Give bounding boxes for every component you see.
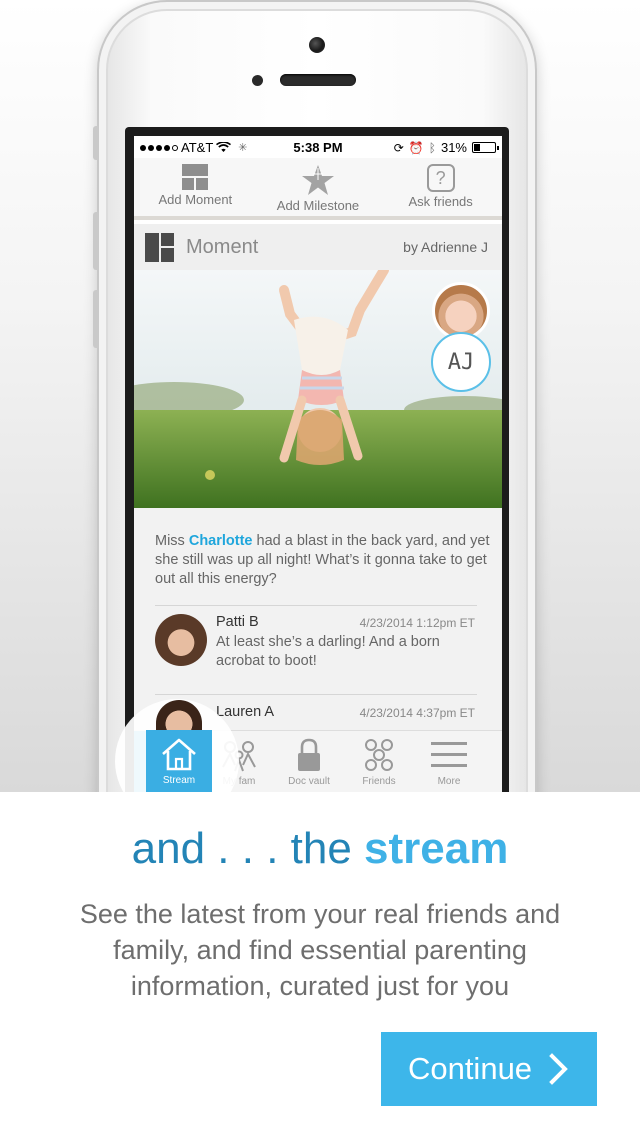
tab-friends-label: Friends [362, 776, 396, 787]
star-icon [301, 165, 334, 195]
bluetooth-icon: ᛒ [428, 140, 436, 155]
front-camera [309, 37, 325, 53]
moment-author[interactable]: by Adrienne J [403, 239, 488, 255]
ask-friends-button[interactable]: ? Ask friends [381, 158, 501, 216]
menu-icon [431, 742, 467, 767]
action-bar: Add Moment Add Milestone ? Ask friends [134, 158, 502, 220]
chevron-right-icon [549, 1053, 568, 1085]
onboarding-panel: and . . . the stream See the latest from… [0, 792, 640, 1136]
proximity-sensor [252, 75, 263, 86]
tagged-child-link[interactable]: Charlotte [189, 533, 253, 549]
volume-up-button [93, 212, 99, 270]
continue-label: Continue [407, 1051, 533, 1086]
battery-icon [472, 142, 499, 153]
onboarding-headline: and . . . the stream [0, 824, 640, 874]
tab-friends[interactable]: Friends [344, 731, 414, 792]
continue-button[interactable]: Continue [381, 1032, 597, 1106]
divider [155, 694, 477, 695]
moment-header: Moment by Adrienne J [134, 224, 502, 270]
commenter-name[interactable]: Lauren A [216, 704, 274, 720]
home-icon [162, 738, 196, 771]
moment-grid-icon [182, 164, 209, 190]
status-right: ⟳ ⏰ ᛒ 31% [393, 140, 499, 155]
volume-down-button [93, 290, 99, 348]
comment-date: 4/23/2014 4:37pm ET [359, 706, 475, 720]
commenter-avatar[interactable] [155, 614, 207, 666]
ask-friends-label: Ask friends [408, 194, 473, 209]
onboarding-description: See the latest from your real friends an… [79, 899, 561, 1001]
author-initials-avatar[interactable]: AJ [431, 332, 491, 392]
headline-emphasis: stream [364, 824, 509, 873]
friends-icon [365, 739, 393, 771]
phone-screen: AT&T ✳ 5:38 PM ⟳ ⏰ ᛒ 31% Add Moment Add … [134, 136, 502, 792]
question-icon: ? [426, 164, 455, 192]
tab-doc-vault[interactable]: Doc vault [274, 731, 344, 792]
battery-percent: 31% [440, 140, 467, 155]
tab-more[interactable]: More [414, 731, 484, 792]
moment-type-label: Moment [186, 235, 259, 258]
headline-text: and . . . the [131, 824, 365, 873]
earpiece-speaker [280, 74, 356, 86]
commenter-name[interactable]: Patti B [216, 614, 259, 630]
tab-stream-highlight-label: Stream [162, 775, 196, 786]
lock-icon [298, 738, 320, 771]
add-moment-button[interactable]: Add Moment [135, 158, 255, 216]
add-milestone-label: Add Milestone [276, 198, 360, 213]
add-milestone-button[interactable]: Add Milestone [258, 158, 378, 216]
alarm-icon: ⏰ [408, 140, 424, 155]
post-caption: Miss Charlotte had a blast in the back y… [155, 532, 495, 589]
mute-switch [93, 126, 99, 160]
tab-more-label: More [437, 776, 461, 787]
add-moment-label: Add Moment [158, 192, 233, 207]
comment-text: At least she’s a darling! And a born acr… [216, 634, 440, 669]
divider [155, 605, 477, 606]
tab-doc-vault-label: Doc vault [288, 776, 330, 787]
caption-text-start: Miss [155, 533, 189, 549]
tab-stream-highlight[interactable]: Stream [146, 730, 212, 792]
status-bar: AT&T ✳ 5:38 PM ⟳ ⏰ ᛒ 31% [134, 136, 502, 158]
rotation-lock-icon: ⟳ [393, 140, 404, 155]
comment-item: Patti B 4/23/2014 1:12pm ET At least she… [155, 614, 485, 684]
comment-date: 4/23/2014 1:12pm ET [359, 616, 475, 630]
moment-type-icon [145, 232, 174, 262]
